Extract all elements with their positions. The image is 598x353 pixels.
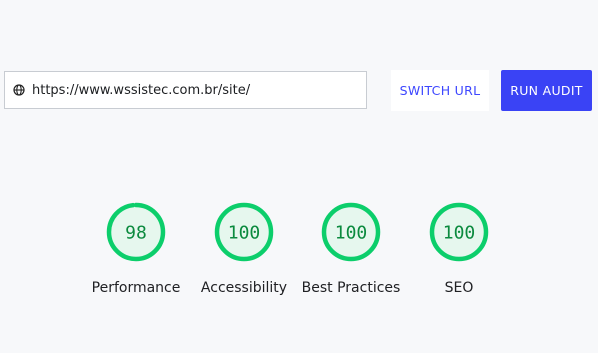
gauge-performance[interactable]: 98 Performance <box>83 201 189 296</box>
gauge-label: Accessibility <box>200 280 288 296</box>
run-audit-button[interactable]: RUN AUDIT <box>501 70 592 111</box>
gauge-ring: 98 <box>106 202 166 262</box>
gauge-accessibility[interactable]: 100 Accessibility <box>191 201 297 296</box>
gauge-ring: 100 <box>214 202 274 262</box>
gauge-ring: 100 <box>429 202 489 262</box>
gauge-score: 98 <box>125 223 147 244</box>
url-text: https://www.wssistec.com.br/site/ <box>32 82 251 98</box>
gauge-label: SEO <box>444 280 474 296</box>
url-input[interactable]: https://www.wssistec.com.br/site/ <box>4 71 367 109</box>
gauge-label: Best Practices <box>301 280 401 296</box>
gauge-score: 100 <box>443 223 476 244</box>
gauge-seo[interactable]: 100 SEO <box>406 201 512 296</box>
gauge-ring: 100 <box>321 202 381 262</box>
gauge-score: 100 <box>228 223 261 244</box>
gauge-label: Performance <box>91 280 181 296</box>
gauge-score: 100 <box>335 223 368 244</box>
switch-url-button[interactable]: SWITCH URL <box>391 70 489 111</box>
globe-icon <box>13 84 25 96</box>
gauge-best-practices[interactable]: 100 Best Practices <box>298 201 404 296</box>
